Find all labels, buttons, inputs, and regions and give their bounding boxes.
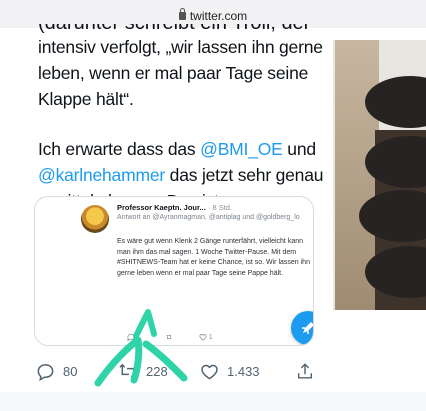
bottom-edge <box>0 392 426 411</box>
annotation-arrows <box>94 309 188 387</box>
